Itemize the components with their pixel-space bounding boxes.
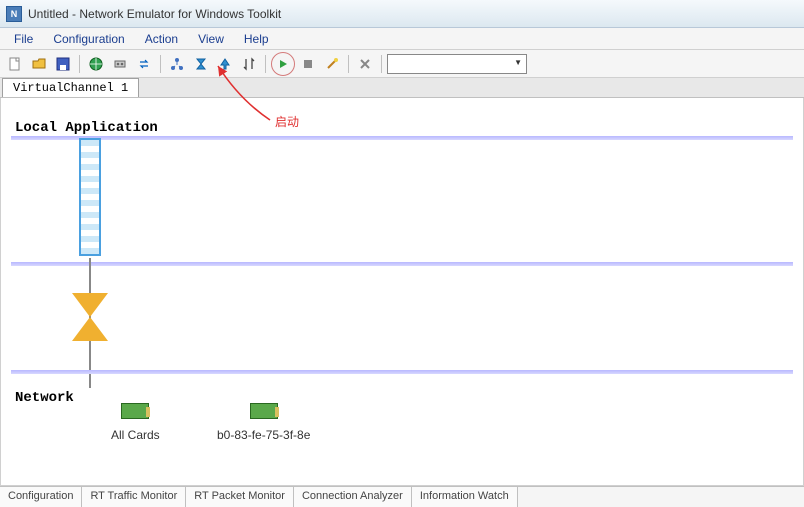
tab-information-watch[interactable]: Information Watch: [412, 487, 518, 507]
annotation-arrow: [210, 60, 280, 130]
tab-rt-traffic-monitor[interactable]: RT Traffic Monitor: [82, 487, 186, 507]
filter-node[interactable]: [65, 293, 115, 343]
stop-button[interactable]: [297, 53, 319, 75]
menu-view[interactable]: View: [188, 30, 234, 48]
tab-configuration[interactable]: Configuration: [0, 487, 82, 507]
hbar-mid1: [11, 262, 793, 266]
toolbar-combo[interactable]: [387, 54, 527, 74]
menu-configuration[interactable]: Configuration: [43, 30, 134, 48]
menu-help[interactable]: Help: [234, 30, 279, 48]
local-application-label: Local Application: [15, 120, 158, 136]
toolbar: [0, 50, 804, 78]
diagram-canvas: Local Application Network All Cards b0-8…: [0, 98, 804, 486]
swap-button[interactable]: [133, 53, 155, 75]
nic-label: b0-83-fe-75-3f-8e: [217, 428, 310, 442]
separator: [160, 55, 161, 73]
topology-button[interactable]: [166, 53, 188, 75]
open-button[interactable]: [28, 53, 50, 75]
tools-button[interactable]: [354, 53, 376, 75]
tab-rt-packet-monitor[interactable]: RT Packet Monitor: [186, 487, 294, 507]
hbar-top: [11, 136, 793, 140]
wand-button[interactable]: [321, 53, 343, 75]
menu-action[interactable]: Action: [135, 30, 188, 48]
uplink-pipe[interactable]: [79, 138, 101, 256]
save-button[interactable]: [52, 53, 74, 75]
separator: [79, 55, 80, 73]
nic-item[interactable]: b0-83-fe-75-3f-8e: [217, 403, 310, 442]
separator: [348, 55, 349, 73]
window-title: Untitled - Network Emulator for Windows …: [28, 7, 281, 21]
globe-button[interactable]: [85, 53, 107, 75]
menu-bar: File Configuration Action View Help: [0, 28, 804, 50]
title-bar: N Untitled - Network Emulator for Window…: [0, 0, 804, 28]
bottom-tabstrip: Configuration RT Traffic Monitor RT Pack…: [0, 486, 804, 507]
network-label: Network: [15, 390, 74, 406]
app-icon: N: [6, 6, 22, 22]
annotation-start-label: 启动: [275, 113, 299, 130]
recorder-button[interactable]: [109, 53, 131, 75]
tab-connection-analyzer[interactable]: Connection Analyzer: [294, 487, 412, 507]
network-card-icon: [121, 403, 149, 419]
menu-file[interactable]: File: [4, 30, 43, 48]
tab-virtualchannel-1[interactable]: VirtualChannel 1: [2, 78, 139, 97]
hbar-mid2: [11, 370, 793, 374]
channel-tabstrip: VirtualChannel 1: [0, 78, 804, 98]
network-card-icon: [250, 403, 278, 419]
hourglass-button[interactable]: [190, 53, 212, 75]
new-file-button[interactable]: [4, 53, 26, 75]
separator: [381, 55, 382, 73]
all-cards-item[interactable]: All Cards: [111, 403, 160, 442]
all-cards-label: All Cards: [111, 428, 160, 442]
